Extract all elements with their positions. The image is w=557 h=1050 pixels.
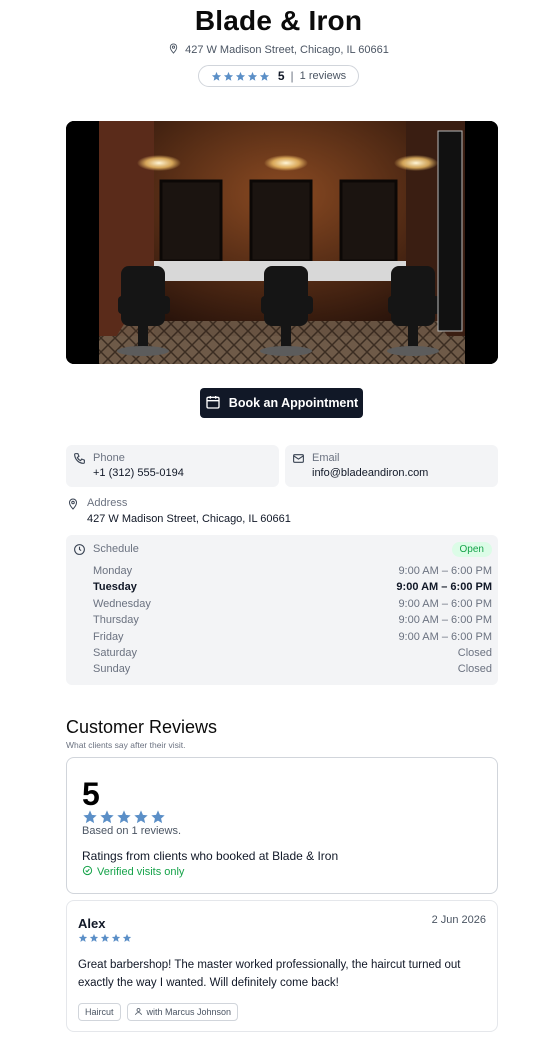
day-hours: 9:00 AM – 6:00 PM [398, 597, 492, 610]
master-tag[interactable]: with Marcus Johnson [126, 1003, 239, 1021]
shop-header: Blade & Iron 427 W Madison Street, Chica… [0, 0, 557, 87]
shop-title: Blade & Iron [194, 5, 363, 36]
calendar-icon [205, 394, 221, 413]
verified-text: Verified visits only [97, 866, 185, 878]
email-value[interactable]: info@bladeandiron.com [312, 467, 428, 479]
master-tag-label: with Marcus Johnson [146, 1007, 232, 1017]
star-icon [100, 933, 110, 942]
verified-note: Verified visits only [82, 865, 184, 879]
day-name: Thursday [93, 614, 139, 627]
day-hours: 9:00 AM – 6:00 PM [396, 581, 492, 594]
review-card: Alex 2 Jun 2026 Great barbershop! The ma… [66, 900, 498, 1032]
based-on-text: Based on 1 reviews. [82, 825, 182, 837]
open-status-badge: Open [451, 542, 492, 557]
star-icon [134, 810, 148, 824]
rating-summary-card: 5 Based on 1 reviews. Ratings from clien… [66, 757, 498, 894]
star-icon [100, 810, 114, 824]
day-name: Sunday [93, 663, 131, 676]
user-icon [134, 1007, 143, 1018]
phone-icon [73, 452, 86, 470]
day-name: Monday [93, 565, 133, 577]
schedule-row-today: Tuesday 9:00 AM – 6:00 PM [93, 581, 492, 597]
schedule-days: Monday 9:00 AM – 6:00 PM Tuesday 9:00 AM –… [93, 565, 492, 680]
email-label: Email [312, 452, 340, 464]
check-circle-icon [82, 865, 93, 879]
address-value: 427 W Madison Street, Chicago, IL 60661 [87, 513, 291, 525]
star-icon [111, 933, 121, 942]
schedule-row: Friday 9:00 AM – 6:00 PM [93, 631, 492, 647]
rating-pill[interactable]: 5 | 1 reviews [197, 65, 360, 87]
day-hours: 9:00 AM – 6:00 PM [398, 565, 492, 577]
book-appointment-label: Book an Appointment [228, 396, 359, 410]
review-stars [78, 933, 132, 943]
day-name: Wednesday [93, 597, 151, 610]
day-hours: 9:00 AM – 6:00 PM [398, 630, 492, 643]
service-tag[interactable]: Haircut [78, 1003, 121, 1021]
barbershop-photo [66, 121, 498, 364]
schedule-row: Monday 9:00 AM – 6:00 PM [93, 565, 492, 581]
address-block: Address 427 W Madison Street, Chicago, I… [66, 496, 498, 528]
day-hours: Closed [457, 646, 492, 659]
day-name: Saturday [93, 646, 138, 659]
rating-stars [211, 71, 270, 82]
phone-card[interactable]: Phone +1 (312) 555-0194 [66, 445, 279, 487]
star-icon [83, 810, 97, 824]
schedule-card: Schedule Open Monday 9:00 AM – 6:00 PM Tu… [66, 535, 498, 685]
schedule-row: Sunday Closed [93, 663, 492, 679]
review-date: 2 Jun 2026 [431, 914, 486, 926]
mail-icon [292, 452, 305, 470]
star-icon [122, 933, 132, 942]
star-icon [247, 71, 257, 81]
rating-separator: | [290, 69, 294, 83]
day-name: Friday [93, 630, 124, 643]
reviews-title: Customer Reviews [66, 717, 218, 737]
day-hours: Closed [457, 663, 492, 676]
email-card[interactable]: Email info@bladeandiron.com [285, 445, 498, 487]
book-appointment-button[interactable]: Book an Appointment [200, 388, 363, 418]
review-tags: Haircut with Marcus Johnson [78, 1003, 239, 1021]
address-label: Address [87, 497, 128, 509]
phone-value[interactable]: +1 (312) 555-0194 [93, 467, 184, 479]
clock-icon [73, 543, 86, 561]
location-pin-icon [168, 43, 179, 57]
shop-address-line: 427 W Madison Street, Chicago, IL 60661 [0, 43, 557, 57]
schedule-row: Saturday Closed [93, 647, 492, 663]
star-icon [78, 933, 88, 942]
review-count: 1 reviews [299, 70, 347, 82]
review-author: Alex [78, 916, 106, 931]
phone-label: Phone [93, 452, 125, 464]
star-icon [259, 71, 269, 81]
summary-stars [82, 809, 166, 825]
review-text: Great barbershop! The master worked prof… [78, 959, 461, 989]
summary-score: 5 [82, 776, 100, 812]
reviews-subtitle: What clients say after their visit. [66, 740, 186, 750]
rating-score: 5 [277, 69, 285, 83]
schedule-label: Schedule [93, 543, 139, 555]
star-icon [151, 810, 165, 824]
star-icon [235, 71, 245, 81]
schedule-row: Thursday 9:00 AM – 6:00 PM [93, 614, 492, 630]
location-pin-icon [67, 497, 79, 515]
ratings-source-text: Ratings from clients who booked at Blade… [82, 849, 339, 863]
shop-address-text: 427 W Madison Street, Chicago, IL 60661 [185, 44, 389, 56]
star-icon [89, 933, 99, 942]
star-icon [211, 71, 221, 81]
day-name: Tuesday [93, 581, 137, 594]
schedule-row: Wednesday 9:00 AM – 6:00 PM [93, 598, 492, 614]
star-icon [117, 810, 131, 824]
day-hours: 9:00 AM – 6:00 PM [398, 614, 492, 627]
star-icon [223, 71, 233, 81]
